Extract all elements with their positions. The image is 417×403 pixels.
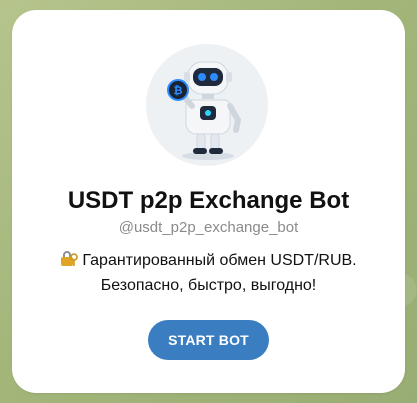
- robot-icon: ₿: [167, 61, 242, 160]
- bot-avatar: ₿: [146, 44, 268, 166]
- start-bot-button[interactable]: START BOT: [148, 320, 269, 360]
- svg-text:₿: ₿: [174, 84, 183, 97]
- bot-intro-card: ₿ USDT p2p Exchange Bot @usdt_p2p_exchan…: [12, 10, 405, 393]
- description-line-1: Гарантированный обмен USDT/RUB.: [12, 248, 405, 273]
- bot-description: Гарантированный обмен USDT/RUB. Безопасн…: [12, 248, 405, 298]
- bot-username: @usdt_p2p_exchange_bot: [118, 219, 299, 236]
- bot-name: USDT p2p Exchange Bot: [67, 187, 350, 214]
- description-text-1: Гарантированный обмен USDT/RUB.: [82, 252, 357, 269]
- lock-icon: [61, 251, 79, 266]
- description-line-2: Безопасно, быстро, выгодно!: [100, 277, 317, 294]
